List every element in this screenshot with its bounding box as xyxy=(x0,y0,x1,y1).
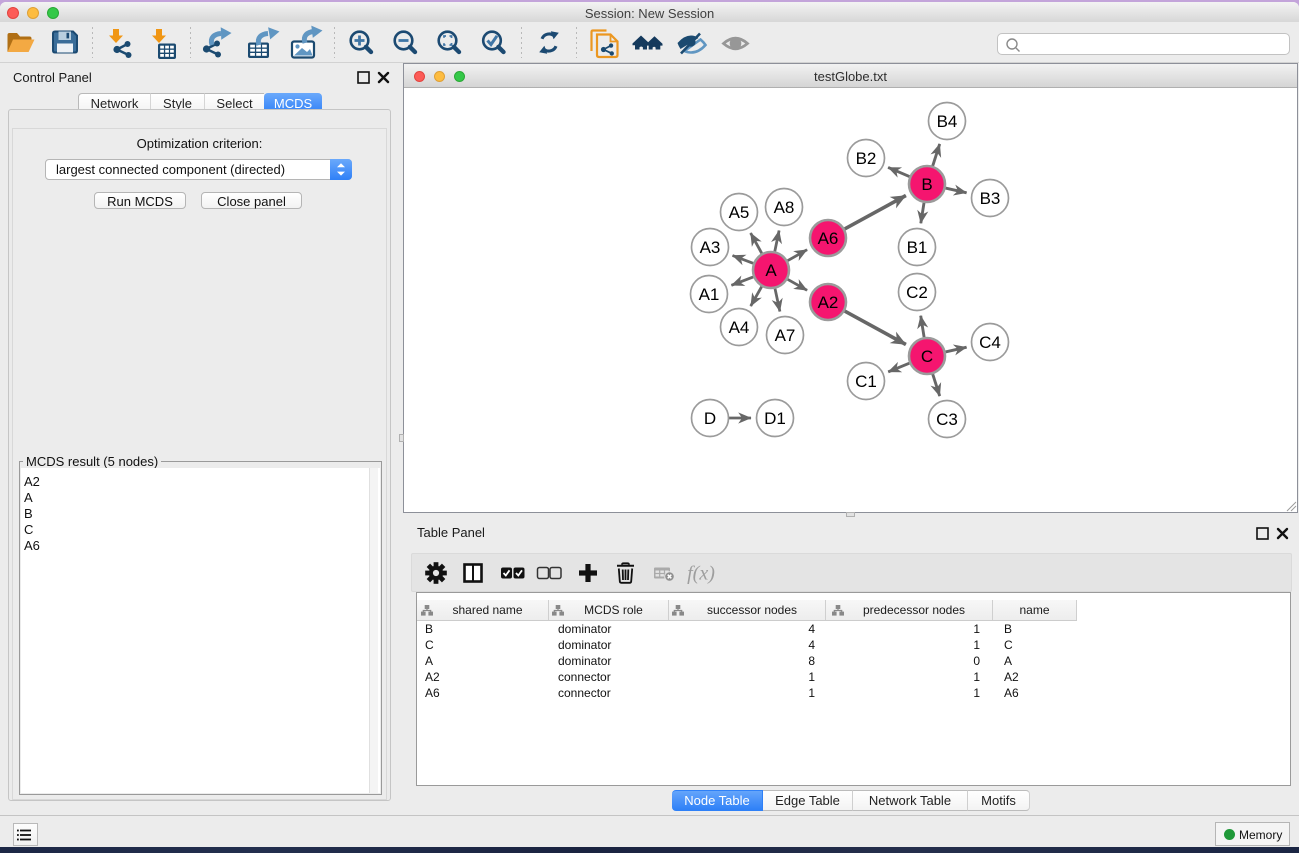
svg-text:A7: A7 xyxy=(775,326,796,345)
svg-text:B1: B1 xyxy=(907,238,928,257)
svg-text:C1: C1 xyxy=(855,372,877,391)
svg-text:C4: C4 xyxy=(979,333,1001,352)
svg-text:A8: A8 xyxy=(774,198,795,217)
svg-text:D1: D1 xyxy=(764,409,786,428)
svg-text:B2: B2 xyxy=(856,149,877,168)
svg-text:f(x): f(x) xyxy=(687,563,715,585)
svg-text:A5: A5 xyxy=(729,203,750,222)
svg-text:C3: C3 xyxy=(936,410,958,429)
svg-text:B3: B3 xyxy=(980,189,1001,208)
svg-text:A4: A4 xyxy=(729,318,750,337)
svg-text:C: C xyxy=(921,347,933,366)
svg-text:A3: A3 xyxy=(700,238,721,257)
svg-text:B4: B4 xyxy=(937,112,958,131)
svg-text:A: A xyxy=(765,261,777,280)
svg-text:C2: C2 xyxy=(906,283,928,302)
svg-text:B: B xyxy=(921,175,932,194)
svg-text:A1: A1 xyxy=(699,285,720,304)
svg-text:D: D xyxy=(704,409,716,428)
svg-text:A6: A6 xyxy=(818,229,839,248)
svg-text:A2: A2 xyxy=(818,293,839,312)
